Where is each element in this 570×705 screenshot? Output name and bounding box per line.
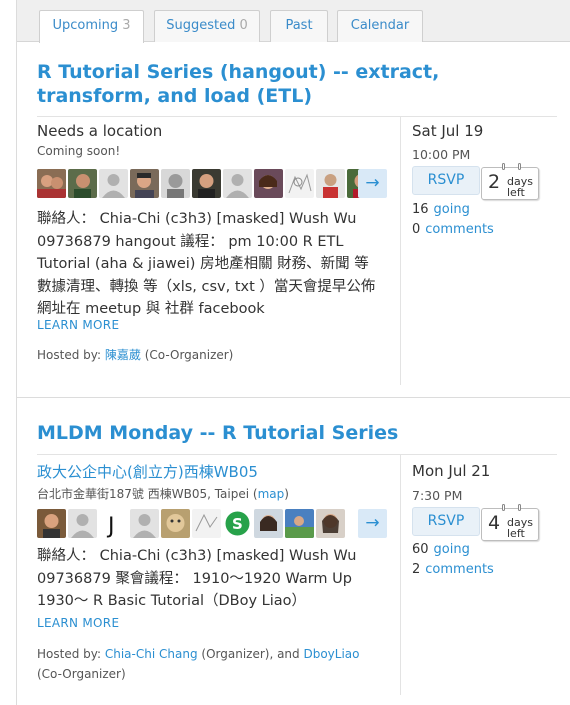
avatar[interactable] — [254, 169, 283, 198]
avatar[interactable] — [285, 169, 314, 198]
calendar-ring-icon — [502, 504, 505, 511]
avatar[interactable] — [316, 169, 345, 198]
avatar[interactable] — [316, 509, 345, 538]
event-time: 7:30 PM — [412, 488, 463, 503]
learn-more-link[interactable]: LEARN MORE — [37, 318, 119, 332]
svg-text:J: J — [106, 514, 115, 538]
going-label[interactable]: going — [434, 202, 470, 217]
days-left-calendar: 2 days left — [481, 163, 539, 200]
tab-upcoming-label: Upcoming — [52, 18, 119, 33]
avatar[interactable] — [68, 509, 97, 538]
learn-more-link[interactable]: LEARN MORE — [37, 616, 119, 630]
host-link[interactable]: Chia-Chi Chang — [105, 647, 198, 661]
tab-suggested-label: Suggested — [166, 18, 236, 33]
event-title-link[interactable]: MLDM Monday -- R Tutorial Series — [37, 421, 537, 445]
days-left-count: 2 — [488, 171, 501, 193]
host-role: (Co-Organizer) — [144, 348, 234, 362]
going-count[interactable]: 16 going — [412, 202, 470, 217]
avatar[interactable] — [130, 169, 159, 198]
avatar[interactable] — [254, 509, 283, 538]
divider — [37, 116, 557, 117]
tab-suggested[interactable]: Suggested 0 — [154, 10, 260, 42]
tab-calendar[interactable]: Calendar — [337, 10, 423, 42]
days-left-calendar: 4 days left — [481, 504, 539, 541]
venue-address: Coming soon! — [37, 144, 121, 158]
event-tabs: Upcoming 3 Suggested 0 Past Calendar — [17, 0, 570, 43]
going-label[interactable]: going — [434, 542, 470, 557]
avatar[interactable] — [37, 509, 66, 538]
rsvp-button[interactable]: RSVP — [412, 507, 480, 536]
tab-suggested-count: 0 — [239, 18, 248, 33]
avatar[interactable] — [192, 169, 221, 198]
column-divider — [400, 117, 401, 385]
avatar[interactable] — [161, 169, 190, 198]
tab-upcoming[interactable]: Upcoming 3 — [39, 10, 144, 43]
svg-text:S: S — [232, 515, 243, 533]
attendee-avatars: → — [37, 169, 397, 199]
comments-count[interactable]: 0 comments — [412, 222, 494, 237]
comments-count[interactable]: 2 comments — [412, 562, 494, 577]
avatar[interactable] — [99, 169, 128, 198]
going-number: 60 — [412, 542, 429, 557]
comments-label[interactable]: comments — [425, 562, 494, 577]
venue-name: Needs a location — [37, 122, 163, 140]
days-left-suffix: left — [507, 527, 525, 540]
avatar[interactable] — [192, 509, 221, 538]
tab-calendar-label: Calendar — [350, 18, 410, 33]
map-link[interactable]: map — [258, 487, 285, 501]
avatar[interactable] — [285, 509, 314, 538]
calendar-ring-icon — [502, 163, 505, 170]
venue-name-link[interactable]: 政大公企中心(創立方)西棟WB05 — [37, 461, 258, 482]
more-attendees-arrow-icon[interactable]: → — [358, 169, 387, 198]
event-description: 聯絡人： Chia-Chi (c3h3) [masked] Wush Wu 09… — [37, 548, 357, 609]
event-card: MLDM Monday -- R Tutorial Series 政大公企中心(… — [17, 397, 570, 705]
avatar[interactable] — [161, 509, 190, 538]
avatar[interactable]: J — [99, 509, 128, 538]
divider — [37, 454, 557, 455]
column-divider — [400, 455, 401, 695]
attendee-avatars: J S → — [37, 509, 397, 539]
days-left-count: 4 — [488, 512, 501, 534]
going-number: 16 — [412, 202, 429, 217]
calendar-ring-icon — [518, 163, 521, 170]
meetup-events-panel: Upcoming 3 Suggested 0 Past Calendar R T… — [16, 0, 570, 705]
hosted-by: Hosted by: Chia-Chi Chang (Organizer), a… — [37, 644, 392, 684]
avatar[interactable] — [37, 169, 66, 198]
more-attendees-arrow-icon[interactable]: → — [358, 509, 387, 538]
event-card: R Tutorial Series (hangout) -- extract, … — [17, 42, 570, 396]
comments-number: 2 — [412, 562, 421, 577]
avatar[interactable]: S — [223, 509, 252, 538]
venue-address-end: ) — [284, 487, 289, 501]
tab-past[interactable]: Past — [270, 10, 328, 42]
hosted-by: Hosted by: 陳嘉葳 (Co-Organizer) — [37, 345, 392, 365]
comments-label[interactable]: comments — [425, 222, 494, 237]
hosted-by-label: Hosted by: — [37, 647, 102, 661]
venue-address: 台北市金華街187號 西棟WB05, Taipei (map) — [37, 485, 289, 502]
host-link[interactable]: 陳嘉葳 — [105, 348, 141, 362]
calendar-ring-icon — [518, 504, 521, 511]
avatar[interactable] — [130, 509, 159, 538]
tab-past-label: Past — [285, 18, 313, 33]
event-title-link[interactable]: R Tutorial Series (hangout) -- extract, … — [37, 60, 537, 108]
avatar[interactable] — [223, 169, 252, 198]
going-count[interactable]: 60 going — [412, 542, 470, 557]
event-time: 10:00 PM — [412, 147, 471, 162]
venue-address-text: 台北市金華街187號 西棟WB05, Taipei ( — [37, 487, 258, 501]
host-link[interactable]: DboyLiao — [303, 647, 359, 661]
avatar[interactable] — [68, 169, 97, 198]
event-date: Mon Jul 21 — [412, 462, 491, 480]
rsvp-button[interactable]: RSVP — [412, 166, 480, 195]
tab-upcoming-count: 3 — [122, 18, 131, 33]
event-date: Sat Jul 19 — [412, 122, 484, 140]
host-role: (Co-Organizer) — [37, 667, 126, 681]
days-left-suffix: left — [507, 186, 525, 199]
hosted-by-label: Hosted by: — [37, 348, 102, 362]
comments-number: 0 — [412, 222, 421, 237]
host-role: (Organizer), and — [201, 647, 300, 661]
event-description: 聯絡人： Chia-Chi (c3h3) [masked] Wush Wu 09… — [37, 211, 376, 317]
